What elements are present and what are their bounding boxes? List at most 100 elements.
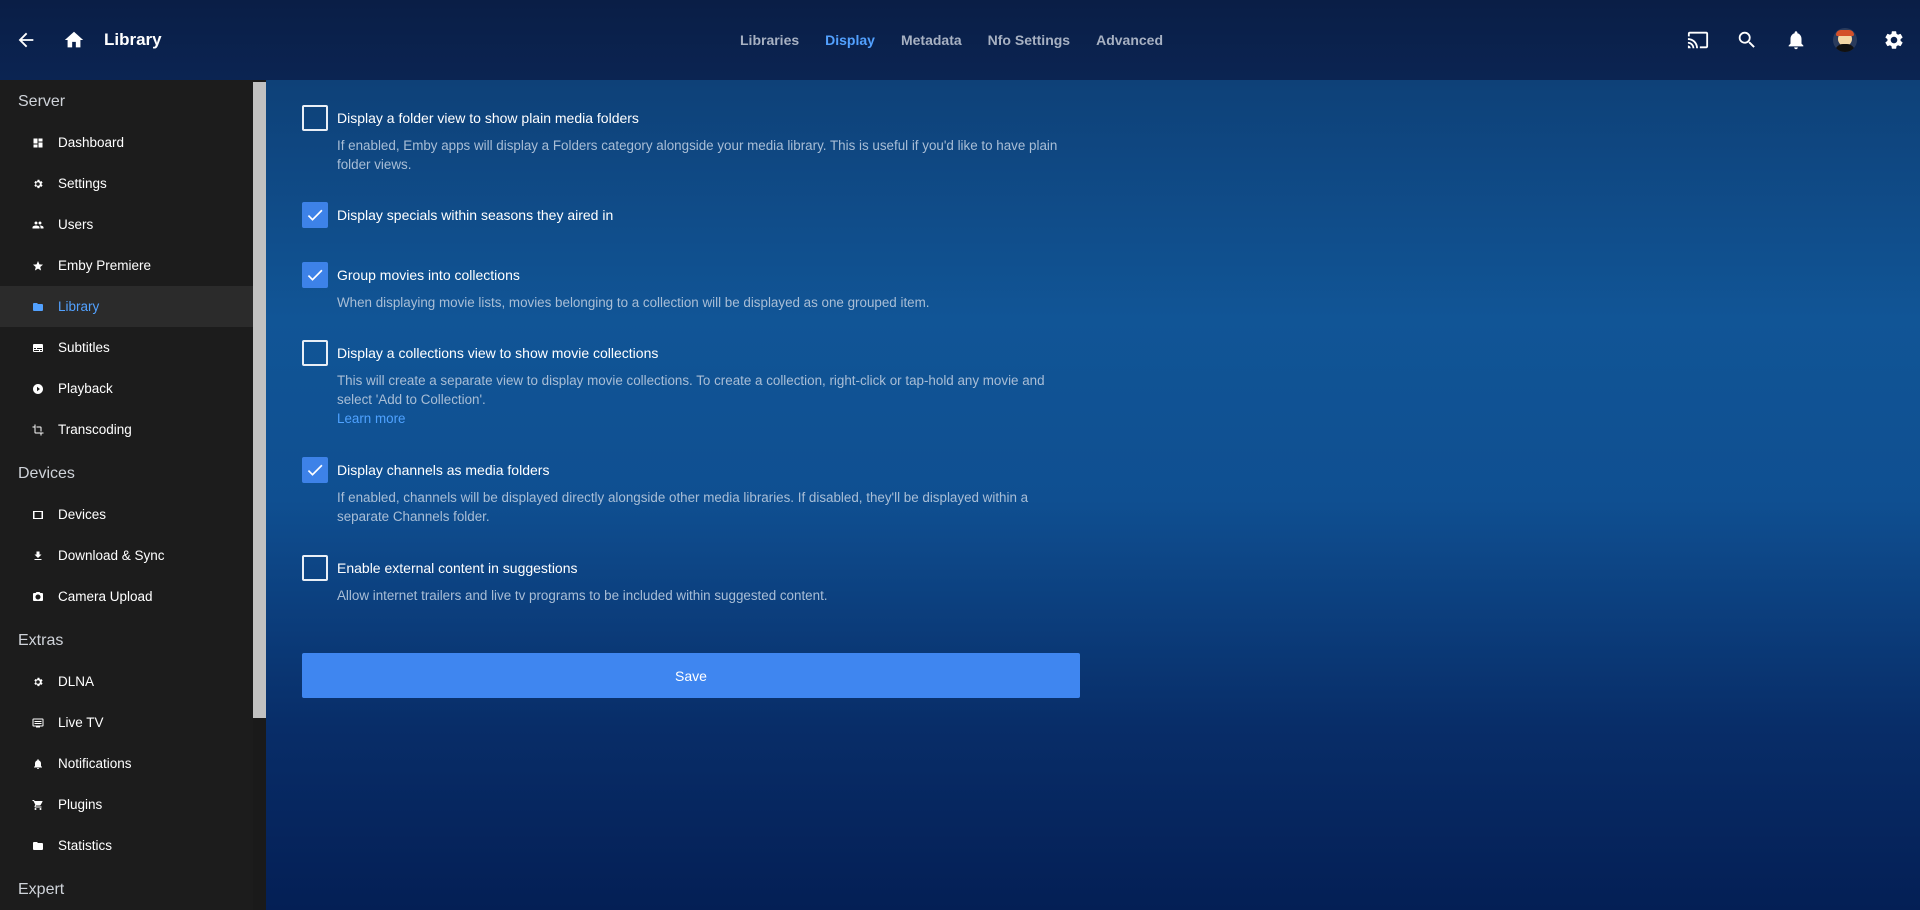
sidebar-item-label: Playback: [58, 381, 113, 396]
sidebar-item-statistics[interactable]: Statistics: [0, 825, 253, 866]
bell-icon[interactable]: [1782, 26, 1810, 54]
subtitles-icon: [32, 342, 44, 354]
avatar-icon: [1833, 28, 1857, 52]
option-description: Allow internet trailers and live tv prog…: [337, 588, 828, 603]
option-collections-view: Display a collections view to show movie…: [302, 340, 1077, 428]
option-group-collections: Group movies into collections When displ…: [302, 262, 1077, 312]
sidebar-item-transcoding[interactable]: Transcoding: [0, 409, 253, 450]
tab-nfo-settings[interactable]: Nfo Settings: [988, 32, 1070, 48]
sidebar-item-dlna[interactable]: DLNA: [0, 661, 253, 702]
sidebar-item-label: Camera Upload: [58, 589, 153, 604]
sidebar-item-plugins[interactable]: Plugins: [0, 784, 253, 825]
sidebar-item-label: Plugins: [58, 797, 103, 812]
tab-libraries[interactable]: Libraries: [740, 32, 799, 48]
scrollbar-thumb[interactable]: [253, 82, 266, 718]
option-label: Display a folder view to show plain medi…: [337, 110, 639, 126]
option-channels-as-folders: Display channels as media folders If ena…: [302, 457, 1077, 526]
sidebar-item-label: Transcoding: [58, 422, 132, 437]
checkmark-icon: [307, 209, 323, 221]
option-label: Display specials within seasons they air…: [337, 207, 614, 223]
sidebar-item-label: Download & Sync: [58, 548, 165, 563]
sidebar-item-download-sync[interactable]: Download & Sync: [0, 535, 253, 576]
sidebar-item-subtitles[interactable]: Subtitles: [0, 327, 253, 368]
sidebar-item-label: Statistics: [58, 838, 113, 853]
checkbox-channels-as-folders[interactable]: [302, 457, 328, 483]
header-right: [1663, 0, 1908, 80]
sidebar-item-dashboard[interactable]: Dashboard: [0, 122, 253, 163]
tab-display[interactable]: Display: [825, 32, 875, 48]
sidebar-section-expert: Expert: [18, 881, 65, 898]
gear-icon: [32, 178, 44, 190]
sidebar-item-notifications[interactable]: Notifications: [0, 743, 253, 784]
sidebar-item-settings[interactable]: Settings: [0, 163, 253, 204]
camera-icon: [32, 591, 44, 603]
sidebar-item-label: Live TV: [58, 715, 104, 730]
tv-icon: [32, 717, 44, 729]
download-icon: [32, 550, 44, 562]
checkbox-external-content[interactable]: [302, 555, 328, 581]
option-description: If enabled, channels will be displayed d…: [337, 490, 1029, 524]
option-specials-in-seasons: Display specials within seasons they air…: [302, 202, 614, 228]
sidebar-item-label: Notifications: [58, 756, 132, 771]
sidebar-item-emby-premiere[interactable]: Emby Premiere: [0, 245, 253, 286]
sidebar-item-label: Library: [58, 299, 100, 314]
plugin-icon: [32, 799, 44, 811]
sidebar-item-label: Settings: [58, 176, 107, 191]
tab-advanced[interactable]: Advanced: [1096, 32, 1163, 48]
user-avatar[interactable]: [1831, 26, 1859, 54]
settings-gear-icon[interactable]: [1880, 26, 1908, 54]
back-arrow-icon[interactable]: [12, 26, 40, 54]
option-label: Group movies into collections: [337, 267, 520, 283]
option-folder-view: Display a folder view to show plain medi…: [302, 105, 1077, 174]
star-icon: [32, 260, 44, 272]
bell-icon: [32, 758, 44, 770]
checkmark-icon: [307, 269, 323, 281]
sidebar-item-live-tv[interactable]: Live TV: [0, 702, 253, 743]
option-label: Enable external content in suggestions: [337, 560, 578, 576]
option-label: Display channels as media folders: [337, 462, 550, 478]
tab-bar: Libraries Display Metadata Nfo Settings …: [740, 0, 1189, 80]
sidebar-item-label: Subtitles: [58, 340, 110, 355]
option-description: If enabled, Emby apps will display a Fol…: [337, 138, 1058, 172]
checkbox-group-collections[interactable]: [302, 262, 328, 288]
sidebar-section-server: Server: [18, 93, 66, 110]
sidebar-item-label: Dashboard: [58, 135, 125, 150]
checkmark-icon: [307, 464, 323, 476]
tab-metadata[interactable]: Metadata: [901, 32, 962, 48]
checkbox-folder-view[interactable]: [302, 105, 328, 131]
learn-more-link[interactable]: Learn more: [337, 409, 405, 428]
sidebar-section-devices: Devices: [18, 465, 75, 482]
sidebar-item-label: DLNA: [58, 674, 95, 689]
option-external-content: Enable external content in suggestions A…: [302, 555, 1077, 605]
sidebar-item-playback[interactable]: Playback: [0, 368, 253, 409]
top-header: Library Libraries Display Metadata Nfo S…: [0, 0, 1920, 80]
option-description: This will create a separate view to disp…: [337, 373, 1045, 407]
header-left: Library: [10, 0, 162, 80]
cast-icon[interactable]: [1684, 26, 1712, 54]
sidebar: Server Dashboard Settings Users Emby Pre…: [0, 80, 253, 910]
page-title: Library: [104, 30, 162, 49]
users-icon: [32, 219, 44, 231]
sidebar-item-library[interactable]: Library: [0, 286, 253, 327]
search-icon[interactable]: [1733, 26, 1761, 54]
folder-icon: [32, 840, 44, 852]
sidebar-section-extras: Extras: [18, 632, 64, 649]
sidebar-item-label: Devices: [58, 507, 107, 522]
gear-icon: [32, 676, 44, 688]
checkbox-collections-view[interactable]: [302, 340, 328, 366]
sidebar-scrollbar[interactable]: [253, 80, 266, 910]
sidebar-item-camera-upload[interactable]: Camera Upload: [0, 576, 253, 617]
home-icon[interactable]: [60, 26, 88, 54]
sidebar-item-label: Users: [58, 217, 94, 232]
save-button[interactable]: Save: [302, 653, 1080, 698]
sidebar-item-label: Emby Premiere: [58, 258, 152, 273]
checkbox-specials-in-seasons[interactable]: [302, 202, 328, 228]
transcode-icon: [32, 424, 44, 436]
dashboard-icon: [32, 137, 44, 149]
device-icon: [32, 509, 44, 521]
sidebar-item-users[interactable]: Users: [0, 204, 253, 245]
option-description: When displaying movie lists, movies belo…: [337, 295, 930, 310]
option-label: Display a collections view to show movie…: [337, 345, 659, 361]
sidebar-item-devices[interactable]: Devices: [0, 494, 253, 535]
play-circle-icon: [32, 383, 44, 395]
